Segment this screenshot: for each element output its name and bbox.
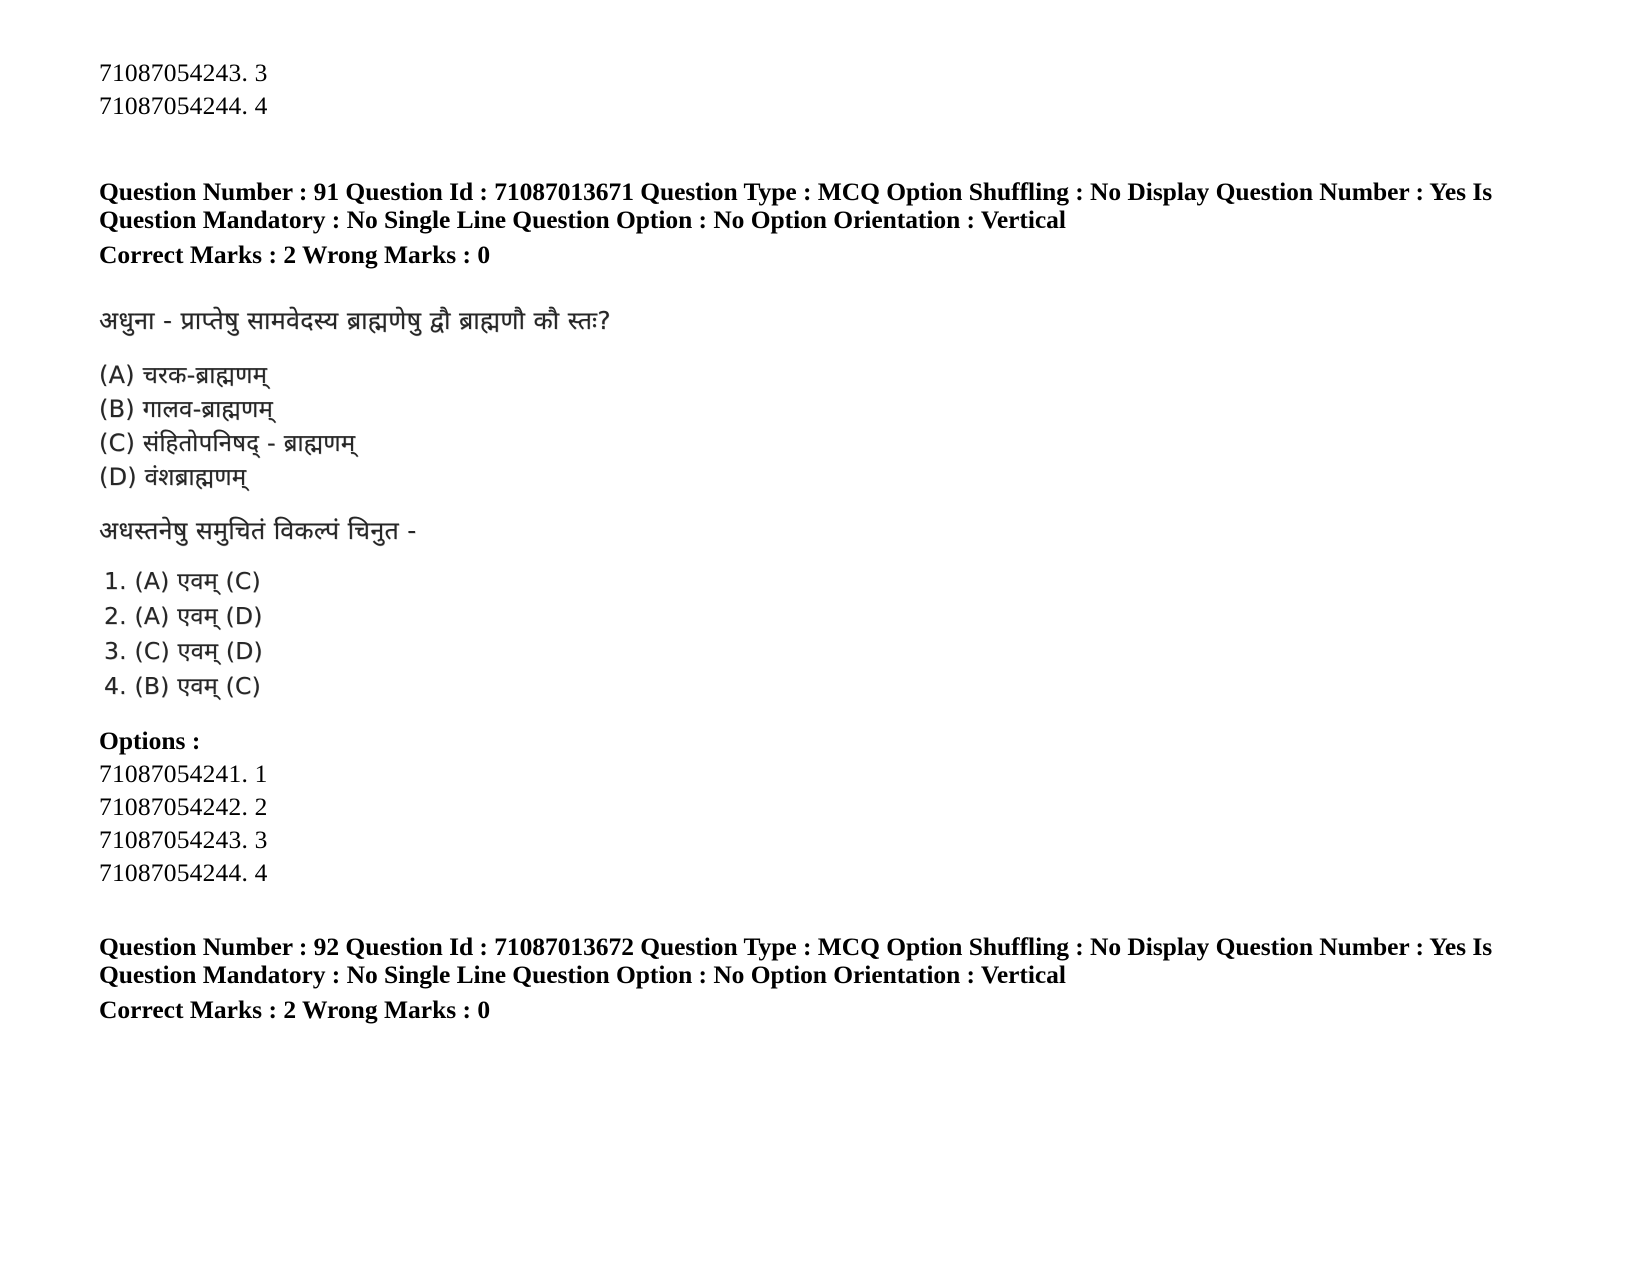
question-91-metadata-line: Question Number : 91 Question Id : 71087… bbox=[99, 177, 1493, 234]
question-91-options-label: Options : bbox=[99, 726, 201, 755]
question-91-choice-a: (A) चरक-ब्राह्मणम् bbox=[99, 361, 268, 389]
question-91-metadata: Question Number : 91 Question Id : 71087… bbox=[99, 178, 1539, 234]
question-91-choice-c: (C) संहितोपनिषद् - ब्राह्मणम् bbox=[99, 429, 356, 457]
question-91-instruction: अधस्तनेषु समुचितं विकल्पं चिनुत - bbox=[99, 516, 417, 545]
question-92-metadata: Question Number : 92 Question Id : 71087… bbox=[99, 933, 1539, 989]
question-91-numbered-choice-3: 3. (C) एवम् (D) bbox=[104, 637, 263, 665]
question-91-marks-line: Correct Marks : 2 Wrong Marks : 0 bbox=[99, 240, 491, 269]
option-id-line: 71087054242. 2 bbox=[99, 792, 268, 821]
question-91-stem: अधुना - प्राप्तेषु सामवेदस्य ब्राह्मणेषु… bbox=[99, 306, 611, 335]
carryover-option-id-list: 71087054243. 3 71087054244. 4 bbox=[99, 56, 1539, 122]
question-block-91: Question Number : 91 Question Id : 71087… bbox=[99, 178, 1539, 889]
option-id-line: 71087054244. 4 bbox=[99, 858, 268, 887]
page-content: 71087054243. 3 71087054244. 4 Question N… bbox=[99, 0, 1539, 1024]
question-91-choice-d: (D) वंशब्राह्मणम् bbox=[99, 463, 247, 491]
document-page: 71087054243. 3 71087054244. 4 Question N… bbox=[0, 0, 1650, 1275]
question-91-numbered-choice-4: 4. (B) एवम् (C) bbox=[104, 672, 261, 700]
question-block-92: Question Number : 92 Question Id : 71087… bbox=[99, 933, 1539, 1024]
question-91-numbered-choice-list: 1. (A) एवम् (C) 2. (A) एवम् (D) 3. (C) ए… bbox=[99, 564, 1539, 704]
option-id-line: 71087054244. 4 bbox=[99, 91, 268, 120]
question-91-option-id-list: 71087054241. 1 71087054242. 2 7108705424… bbox=[99, 757, 1539, 889]
question-91-numbered-choice-1: 1. (A) एवम् (C) bbox=[104, 567, 261, 595]
question-91-numbered-choice-2: 2. (A) एवम् (D) bbox=[104, 602, 263, 630]
option-id-line: 71087054241. 1 bbox=[99, 759, 268, 788]
question-92-metadata-line: Question Number : 92 Question Id : 71087… bbox=[99, 932, 1493, 989]
top-spacer bbox=[99, 0, 1539, 56]
question-91-choice-list: (A) चरक-ब्राह्मणम् (B) गालव-ब्राह्मणम् (… bbox=[99, 358, 1539, 494]
option-id-line: 71087054243. 3 bbox=[99, 58, 268, 87]
option-id-line: 71087054243. 3 bbox=[99, 825, 268, 854]
question-92-marks-line: Correct Marks : 2 Wrong Marks : 0 bbox=[99, 995, 491, 1024]
question-91-choice-b: (B) गालव-ब्राह्मणम् bbox=[99, 395, 274, 423]
